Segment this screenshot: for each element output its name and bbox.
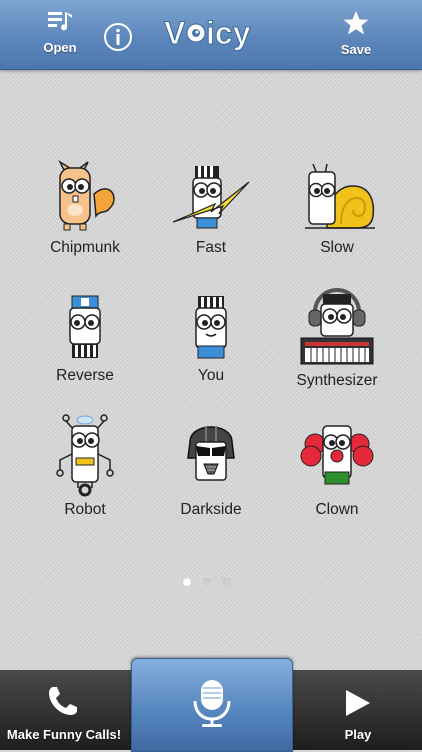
page-dot-3[interactable]	[223, 578, 231, 586]
effect-label: Fast	[195, 239, 227, 256]
chipmunk-icon	[58, 160, 115, 231]
effect-label: Reverse	[56, 367, 114, 384]
effect-synthesizer[interactable]: Synthesizer	[272, 288, 402, 390]
you-icon	[195, 296, 227, 359]
play-icon	[346, 690, 370, 716]
effect-reverse[interactable]: Reverse	[20, 288, 150, 385]
slow-snail-icon	[305, 163, 375, 229]
svg-text:icy: icy	[206, 15, 251, 51]
effect-chipmunk[interactable]: Chipmunk	[20, 160, 150, 257]
page-dot-1[interactable]	[183, 578, 191, 586]
open-label: Open	[43, 40, 77, 55]
play-button[interactable]: Play	[294, 670, 422, 750]
info-icon	[104, 23, 132, 51]
page-dot-2[interactable]	[203, 578, 211, 586]
svg-text:V: V	[164, 15, 186, 51]
info-button[interactable]	[103, 22, 133, 52]
save-button[interactable]: Save	[330, 10, 382, 57]
calls-label: Make Funny Calls!	[6, 727, 122, 742]
reverse-icon	[69, 295, 101, 358]
darkside-helmet-icon	[187, 426, 235, 481]
effect-label: Slow	[320, 239, 354, 256]
phone-icon	[49, 687, 77, 715]
synthesizer-icon	[300, 288, 374, 365]
effect-label: Robot	[64, 501, 106, 518]
voicy-logo: V icy	[160, 10, 264, 64]
robot-icon	[56, 414, 114, 497]
effect-label: You	[197, 367, 225, 384]
effect-slow[interactable]: Slow	[272, 160, 402, 257]
effect-darkside[interactable]: Darkside	[146, 412, 276, 519]
effect-you[interactable]: You	[146, 288, 276, 385]
page-indicator[interactable]	[183, 573, 243, 591]
effect-clown[interactable]: Clown	[272, 412, 402, 519]
save-label: Save	[340, 42, 372, 57]
effect-label: Chipmunk	[50, 239, 120, 256]
effect-label: Synthesizer	[296, 372, 378, 389]
microphone-icon	[193, 680, 231, 727]
open-button[interactable]: Open	[36, 10, 84, 55]
effect-fast[interactable]: Fast	[146, 160, 276, 257]
record-button[interactable]	[131, 658, 293, 752]
effect-robot[interactable]: Robot	[20, 412, 150, 519]
effect-label: Darkside	[180, 501, 242, 518]
fast-lightning-icon	[172, 166, 250, 229]
play-label: Play	[344, 727, 372, 742]
effect-label: Clown	[315, 501, 359, 518]
star-icon	[343, 11, 369, 35]
clown-icon	[300, 425, 374, 485]
open-file-icon	[48, 12, 72, 31]
make-funny-calls-button[interactable]: Make Funny Calls!	[0, 670, 128, 750]
top-bar: Open V icy Save	[0, 0, 422, 70]
